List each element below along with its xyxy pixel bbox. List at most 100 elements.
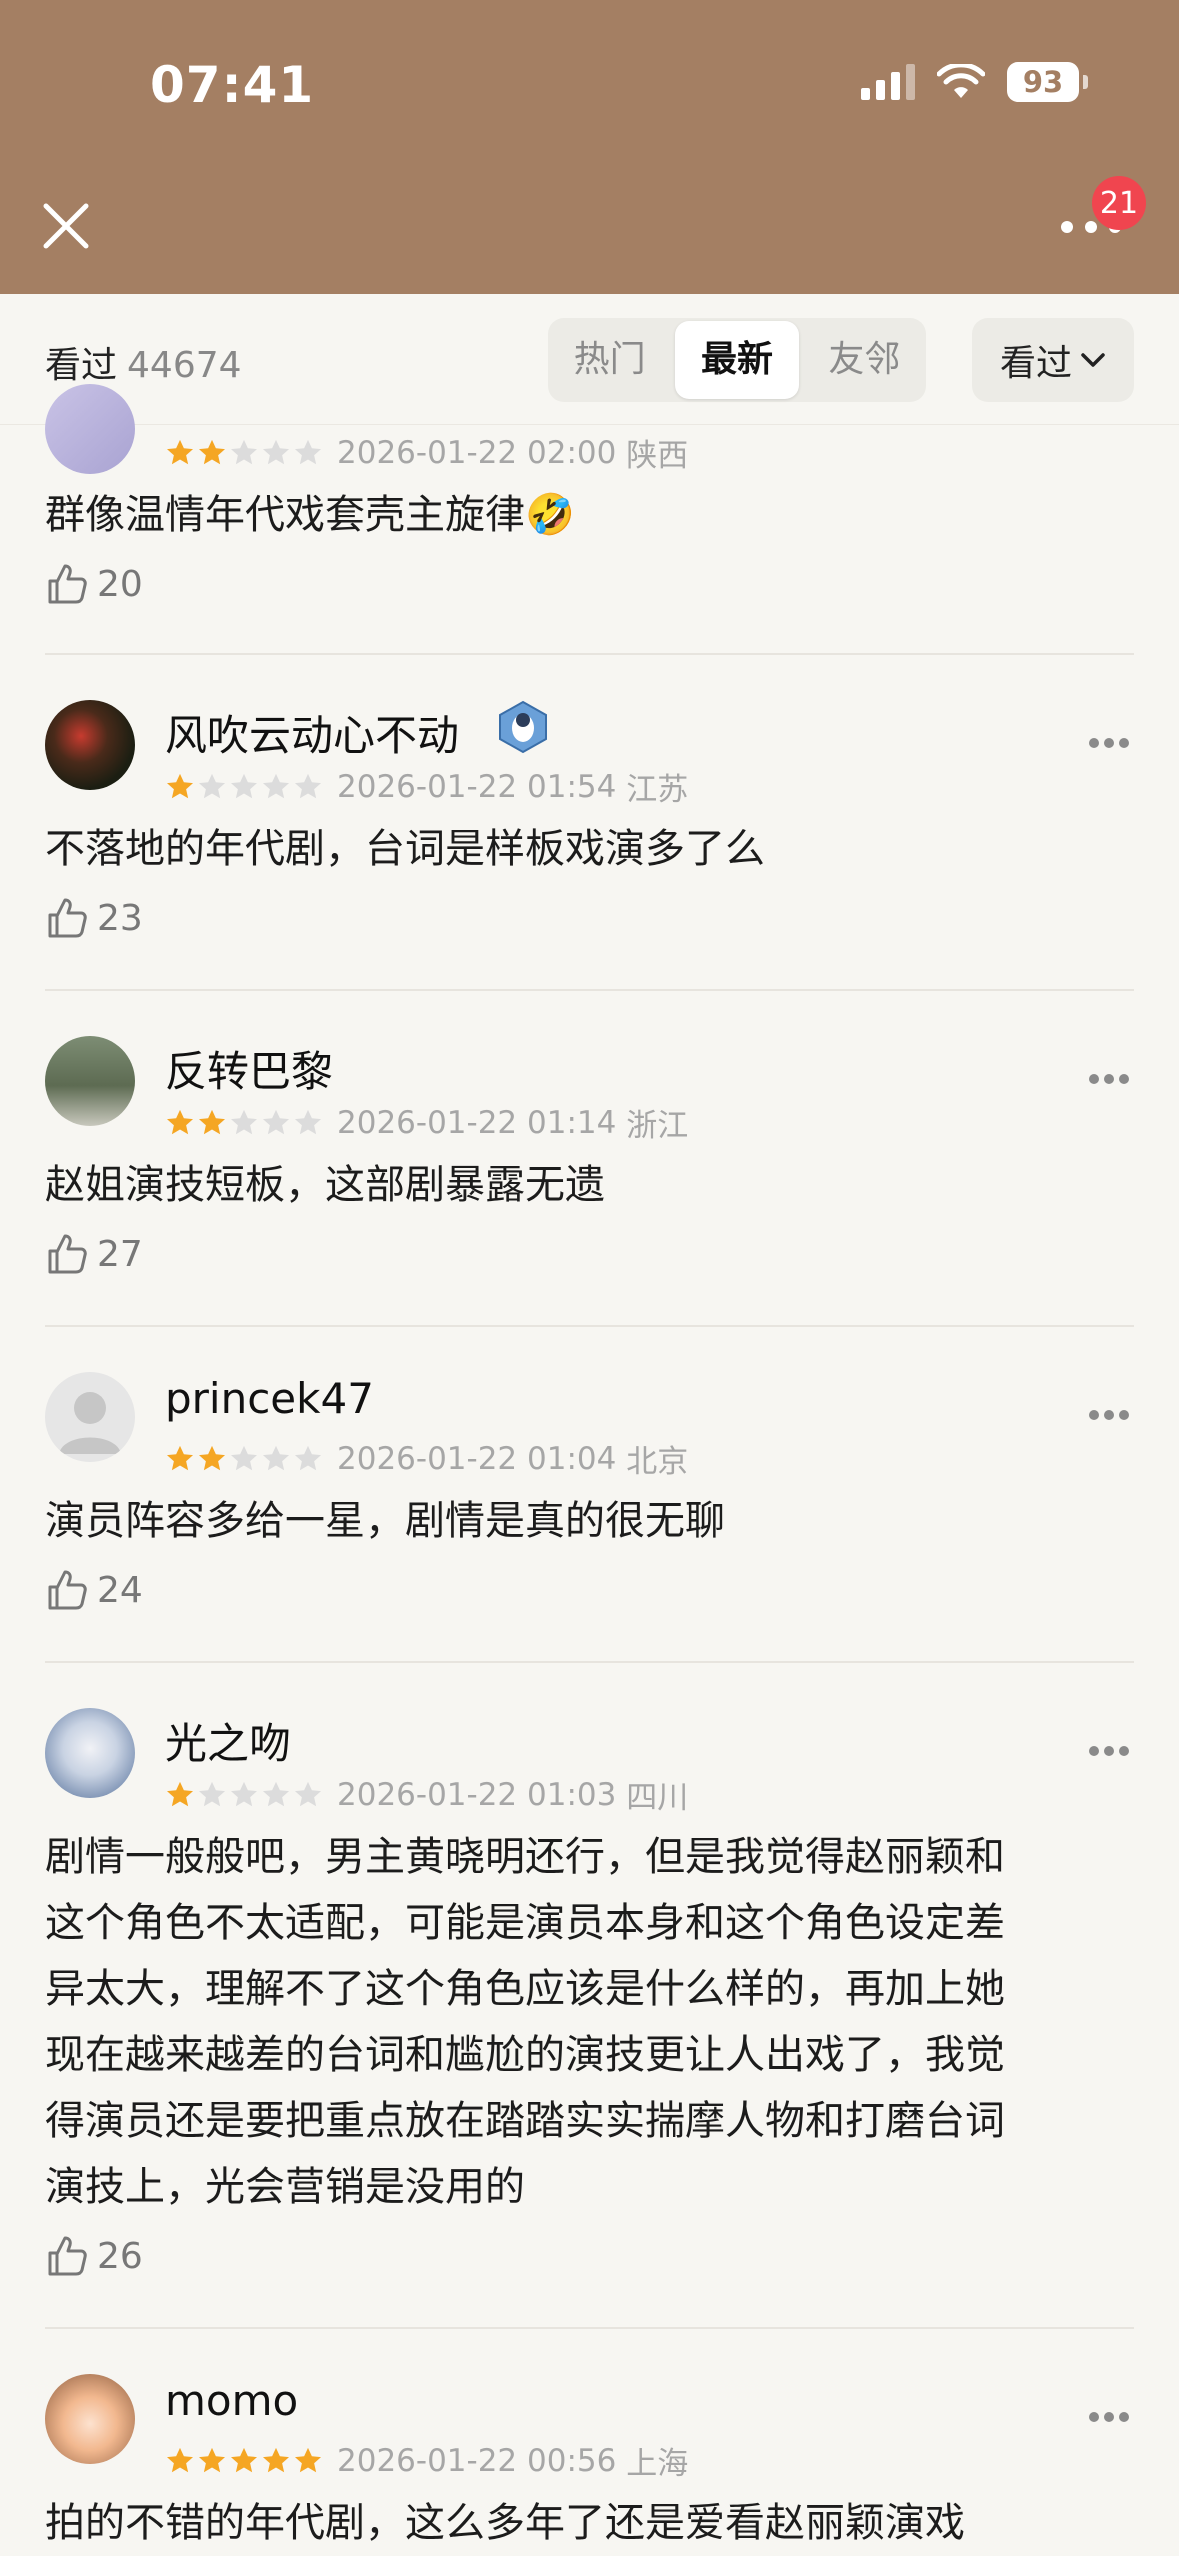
star-empty-icon xyxy=(231,773,257,798)
seen-filter-dropdown[interactable]: 看过 xyxy=(972,318,1134,402)
review-location: 北京 xyxy=(626,1444,689,1480)
username[interactable]: 反转巴黎 xyxy=(165,1038,333,1099)
review-text-line: 剧情一般般吧，男主黄晓明还行，但是我觉得赵丽颖和 xyxy=(45,1834,1005,1880)
star-empty-icon xyxy=(231,1781,257,1806)
star-empty-icon xyxy=(295,1445,321,1470)
battery-indicator: 93 xyxy=(1007,62,1088,102)
header-bar: 07:41 93 21 xyxy=(0,0,1179,294)
filter-bar: 看过 44674 热门 最新 友邻 看过 xyxy=(0,294,1179,425)
review-location: 上海 xyxy=(626,2446,689,2482)
review-datetime: 2026-01-22 01:03 xyxy=(337,1776,617,1813)
review-datetime: 2026-01-22 01:14 xyxy=(337,1104,617,1141)
rating-stars xyxy=(165,772,323,802)
star-empty-icon xyxy=(199,1781,225,1806)
like-count: 24 xyxy=(97,1569,143,1611)
review-datetime: 2026-01-22 00:56 xyxy=(337,2442,617,2479)
status-time: 07:41 xyxy=(150,56,315,114)
like-button[interactable]: 23 xyxy=(45,896,143,940)
star-filled-icon xyxy=(167,1445,193,1470)
star-filled-icon xyxy=(199,1109,225,1134)
username[interactable]: 光之吻 xyxy=(165,1710,291,1771)
more-options-icon[interactable] xyxy=(1088,1072,1130,1086)
review-meta: 2026-01-22 02:00 陕西 xyxy=(165,430,688,475)
star-empty-icon xyxy=(263,1781,289,1806)
seen-label: 看过 xyxy=(45,345,118,386)
avatar[interactable] xyxy=(45,2374,135,2464)
more-options-icon[interactable] xyxy=(1088,2410,1130,2424)
review-datetime: 2026-01-22 01:04 xyxy=(337,1440,617,1477)
review-item: 2026-01-22 02:00 陕西 群像温情年代戏套壳主旋律🤣 20 xyxy=(0,384,1179,654)
review-text-line: 这个角色不太适配，可能是演员本身和这个角色设定差 xyxy=(45,1900,1005,1946)
default-avatar-icon xyxy=(59,1392,121,1454)
rating-stars xyxy=(165,1108,323,1138)
star-empty-icon xyxy=(263,439,289,464)
username[interactable]: momo xyxy=(165,2376,298,2425)
review-text-line: 现在越来越差的台词和尴尬的演技更让人出戏了，我觉 xyxy=(45,2032,1005,2078)
status-icons: 93 xyxy=(861,62,1088,102)
seen-dropdown-label: 看过 xyxy=(999,343,1072,384)
tab-hot[interactable]: 热门 xyxy=(548,321,671,399)
avatar[interactable] xyxy=(45,1708,135,1798)
more-options-icon[interactable] xyxy=(1088,1744,1130,1758)
sort-tabs: 热门 最新 友邻 xyxy=(548,318,926,402)
like-button[interactable]: 24 xyxy=(45,1568,143,1612)
more-options-icon[interactable] xyxy=(1088,1408,1130,1422)
star-filled-icon xyxy=(167,1781,193,1806)
star-empty-icon xyxy=(295,439,321,464)
star-empty-icon xyxy=(263,773,289,798)
notification-badge[interactable]: 21 xyxy=(1092,176,1146,230)
review-meta: 2026-01-22 01:14 浙江 xyxy=(165,1100,688,1145)
review-text-line: 得演员还是要把重点放在踏踏实实揣摩人物和打磨台词 xyxy=(45,2098,1005,2144)
star-filled-icon xyxy=(167,439,193,464)
like-count: 23 xyxy=(97,897,143,939)
like-button[interactable]: 26 xyxy=(45,2234,143,2278)
star-filled-icon xyxy=(199,439,225,464)
username[interactable]: princek47 xyxy=(165,1374,374,1423)
star-empty-icon xyxy=(295,1109,321,1134)
review-location: 陕西 xyxy=(626,438,689,474)
star-empty-icon xyxy=(263,1109,289,1134)
star-filled-icon xyxy=(199,1445,225,1470)
review-text: 赵姐演技短板，这部剧暴露无遗 xyxy=(45,1162,605,1208)
review-location: 浙江 xyxy=(626,1108,689,1144)
review-location: 四川 xyxy=(626,1780,689,1816)
review-location: 江苏 xyxy=(626,772,689,808)
avatar[interactable] xyxy=(45,1036,135,1126)
like-count: 26 xyxy=(97,2235,143,2277)
review-datetime: 2026-01-22 01:54 xyxy=(337,768,617,805)
chevron-down-icon xyxy=(1081,353,1105,367)
rating-stars xyxy=(165,1780,323,1810)
rating-stars xyxy=(165,438,323,468)
thumbs-up-icon xyxy=(48,2236,87,2276)
star-empty-icon xyxy=(199,773,225,798)
tab-latest[interactable]: 最新 xyxy=(675,321,799,399)
tab-friends[interactable]: 友邻 xyxy=(803,321,926,399)
wifi-icon xyxy=(937,64,985,98)
star-empty-icon xyxy=(231,1445,257,1470)
avatar[interactable] xyxy=(45,384,135,474)
review-text: 演员阵容多给一星，剧情是真的很无聊 xyxy=(45,1498,725,1544)
thumbs-up-icon xyxy=(48,1570,87,1610)
star-filled-icon xyxy=(167,773,193,798)
like-button[interactable]: 20 xyxy=(45,562,143,606)
review-text: 群像温情年代戏套壳主旋律🤣 xyxy=(45,492,575,538)
review-text: 拍的不错的年代剧，这么多年了还是爱看赵丽颖演戏 xyxy=(45,2500,965,2546)
star-filled-icon xyxy=(263,2447,289,2472)
like-count: 20 xyxy=(97,563,143,605)
cellular-signal-icon xyxy=(861,64,915,100)
user-badge-icon xyxy=(499,700,547,754)
seen-count: 44674 xyxy=(127,345,242,386)
avatar[interactable] xyxy=(45,700,135,790)
star-empty-icon xyxy=(295,773,321,798)
review-item: 反转巴黎 2026-01-22 01:14 浙江 赵姐演技短板，这部剧暴露无遗 … xyxy=(0,990,1179,1326)
star-empty-icon xyxy=(231,1109,257,1134)
close-icon[interactable] xyxy=(40,200,92,252)
review-text-line: 异太大，理解不了这个角色应该是什么样的，再加上她 xyxy=(45,1966,1005,2012)
review-meta: 2026-01-22 01:03 四川 xyxy=(165,1772,688,1817)
more-options-icon[interactable] xyxy=(1088,736,1130,750)
avatar[interactable] xyxy=(45,1372,135,1462)
username[interactable]: 风吹云动心不动 xyxy=(165,702,459,763)
star-empty-icon xyxy=(231,439,257,464)
like-button[interactable]: 27 xyxy=(45,1232,143,1276)
review-text: 不落地的年代剧，台词是样板戏演多了么 xyxy=(45,826,765,872)
